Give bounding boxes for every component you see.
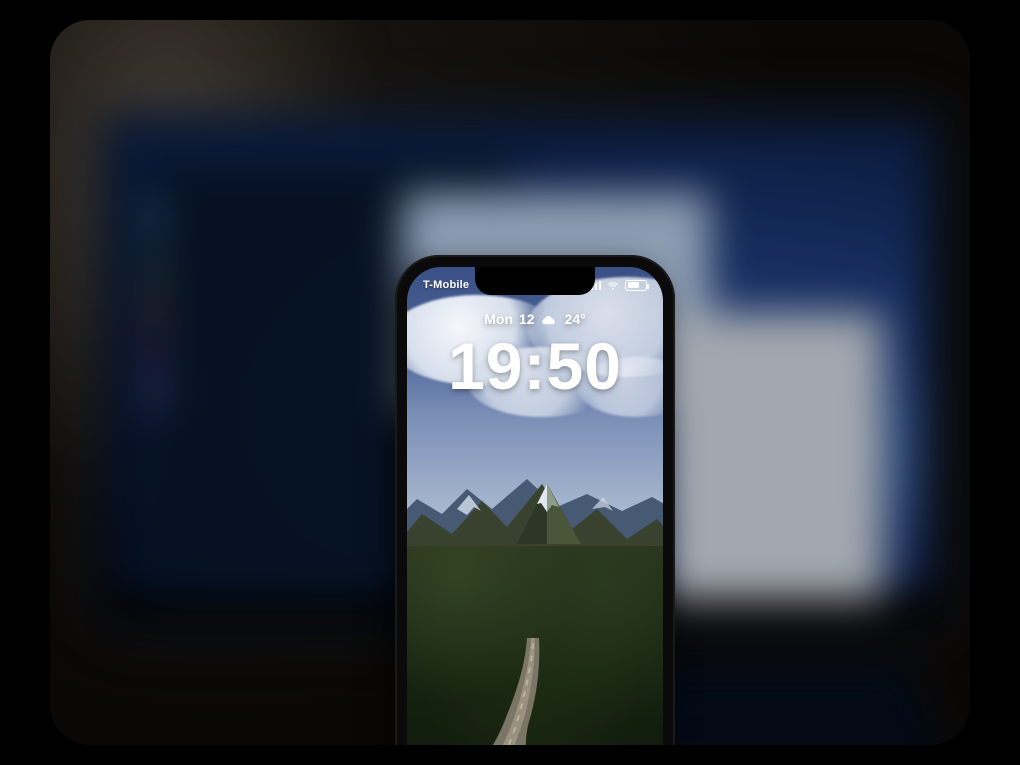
laptop-window-light-b xyxy=(662,314,882,600)
battery-icon xyxy=(625,280,647,291)
iphone-device: T-Mobile Mon 12 24° xyxy=(395,255,675,745)
lockscreen-day: Mon xyxy=(484,311,513,327)
lockscreen-date: 12 xyxy=(519,311,535,327)
cloud-icon xyxy=(541,313,559,325)
photo-frame: T-Mobile Mon 12 24° xyxy=(50,20,970,745)
lockscreen-date-weather: Mon 12 24° xyxy=(484,311,586,327)
wifi-icon xyxy=(606,278,620,292)
wallpaper-road xyxy=(407,638,663,745)
iphone-screen[interactable]: T-Mobile Mon 12 24° xyxy=(407,267,663,745)
lockscreen-time: 19:50 xyxy=(407,333,663,399)
wallpaper-valley xyxy=(407,546,663,745)
lockscreen-temperature: 24° xyxy=(565,311,586,327)
iphone-notch xyxy=(475,267,595,295)
carrier-label: T-Mobile xyxy=(423,279,469,291)
lockscreen-info: Mon 12 24° 19:50 xyxy=(407,311,663,399)
